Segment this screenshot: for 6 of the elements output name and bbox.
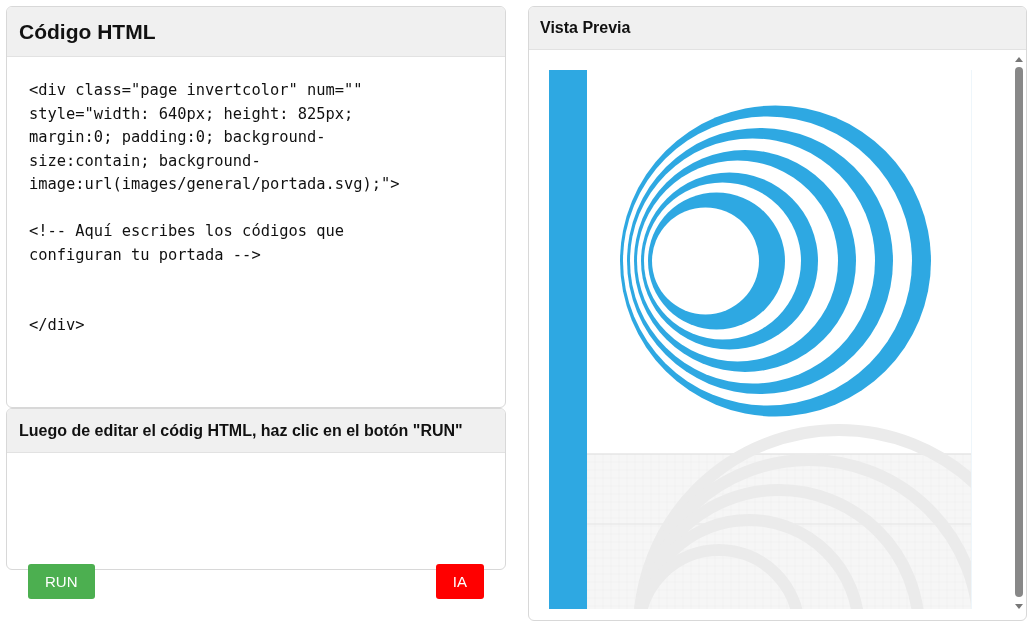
- ai-button[interactable]: IA: [435, 564, 484, 599]
- run-button[interactable]: RUN: [28, 564, 95, 599]
- panel-title: Código HTML: [7, 7, 505, 57]
- panel-title: Luego de editar el códig HTML, haz clic en el botón "RUN": [7, 409, 505, 453]
- panel-title: Vista Previa: [529, 7, 1026, 50]
- code-editor[interactable]: <div class="page invertcolor" num="" style="width: 640px; height: 825px; margin:0; padding:0; background- size:contain; background- image:url(images/general/portada.svg);"> <!-- Aquí escribes los códigos que configuran tu portada --> </div>: [7, 57, 505, 360]
